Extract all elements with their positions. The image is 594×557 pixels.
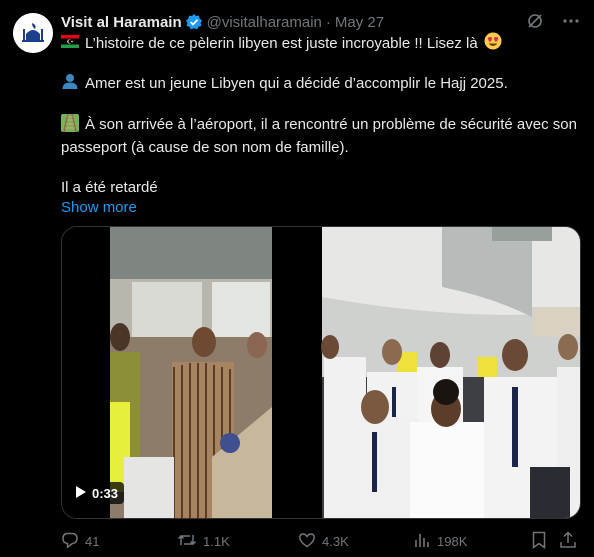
share-button[interactable] [559, 531, 577, 552]
video-media[interactable]: 0:33 [61, 226, 581, 519]
share-icon [559, 531, 577, 552]
person-icon [61, 72, 79, 96]
like-button[interactable]: 4.3K [298, 531, 349, 552]
text-line-2: Amer est un jeune Libyen qui a décidé d’… [61, 74, 581, 94]
tweet-text: L’histoire de ce pèlerin libyen est just… [61, 32, 581, 218]
text-line-1-content: L’histoire de ce pèlerin libyen est just… [85, 35, 478, 52]
text-line-3-content: À son arrivée à l’aéroport, il a rencont… [61, 116, 577, 156]
like-count: 4.3K [322, 534, 349, 549]
text-line-1: L’histoire de ce pèlerin libyen est just… [61, 32, 581, 56]
show-more-link[interactable]: Show more [61, 198, 581, 218]
mosque-logo-icon [13, 13, 53, 53]
avatar[interactable] [13, 13, 53, 53]
bookmark-button[interactable] [531, 531, 547, 552]
heart-icon [298, 531, 316, 552]
post-date[interactable]: May 27 [335, 14, 384, 31]
repost-count: 1.1K [203, 534, 230, 549]
author-name[interactable]: Visit al Haramain [61, 14, 182, 31]
tweet: Visit al Haramain @visitalharamain · May… [0, 0, 594, 557]
text-line-3: À son arrivée à l’aéroport, il a rencont… [61, 113, 581, 158]
text-line-4: Il a été retardé [61, 178, 581, 198]
repost-icon [177, 531, 197, 552]
verified-badge-icon[interactable] [185, 13, 203, 31]
header-actions [526, 12, 580, 35]
video-thumbnail [62, 227, 580, 518]
libya-flag-icon [61, 34, 79, 54]
grok-icon[interactable] [526, 12, 544, 35]
railway-track-icon [61, 113, 79, 138]
reply-button[interactable]: 41 [61, 531, 99, 552]
views-bar-chart-icon [413, 531, 431, 552]
more-options-icon[interactable] [562, 12, 580, 35]
reply-icon [61, 531, 79, 552]
reply-count: 41 [85, 534, 100, 549]
views-button[interactable]: 198K [413, 531, 467, 552]
action-bar: 41 1.1K 4.3K 198K [61, 531, 579, 551]
text-line-4-content: Il a été retardé [61, 179, 158, 196]
author-handle[interactable]: @visitalharamain [207, 14, 322, 31]
repost-button[interactable]: 1.1K [177, 531, 230, 552]
views-count: 198K [437, 534, 468, 549]
video-duration-badge: 0:33 [70, 482, 125, 504]
tweet-header: Visit al Haramain @visitalharamain · May… [61, 12, 384, 32]
video-duration: 0:33 [92, 485, 119, 501]
heart-eyes-emoji-icon [484, 32, 502, 56]
separator-dot: · [325, 13, 331, 31]
play-icon[interactable] [76, 485, 86, 501]
text-line-2-content: Amer est un jeune Libyen qui a décidé d’… [85, 75, 508, 92]
bookmark-icon [531, 531, 547, 552]
